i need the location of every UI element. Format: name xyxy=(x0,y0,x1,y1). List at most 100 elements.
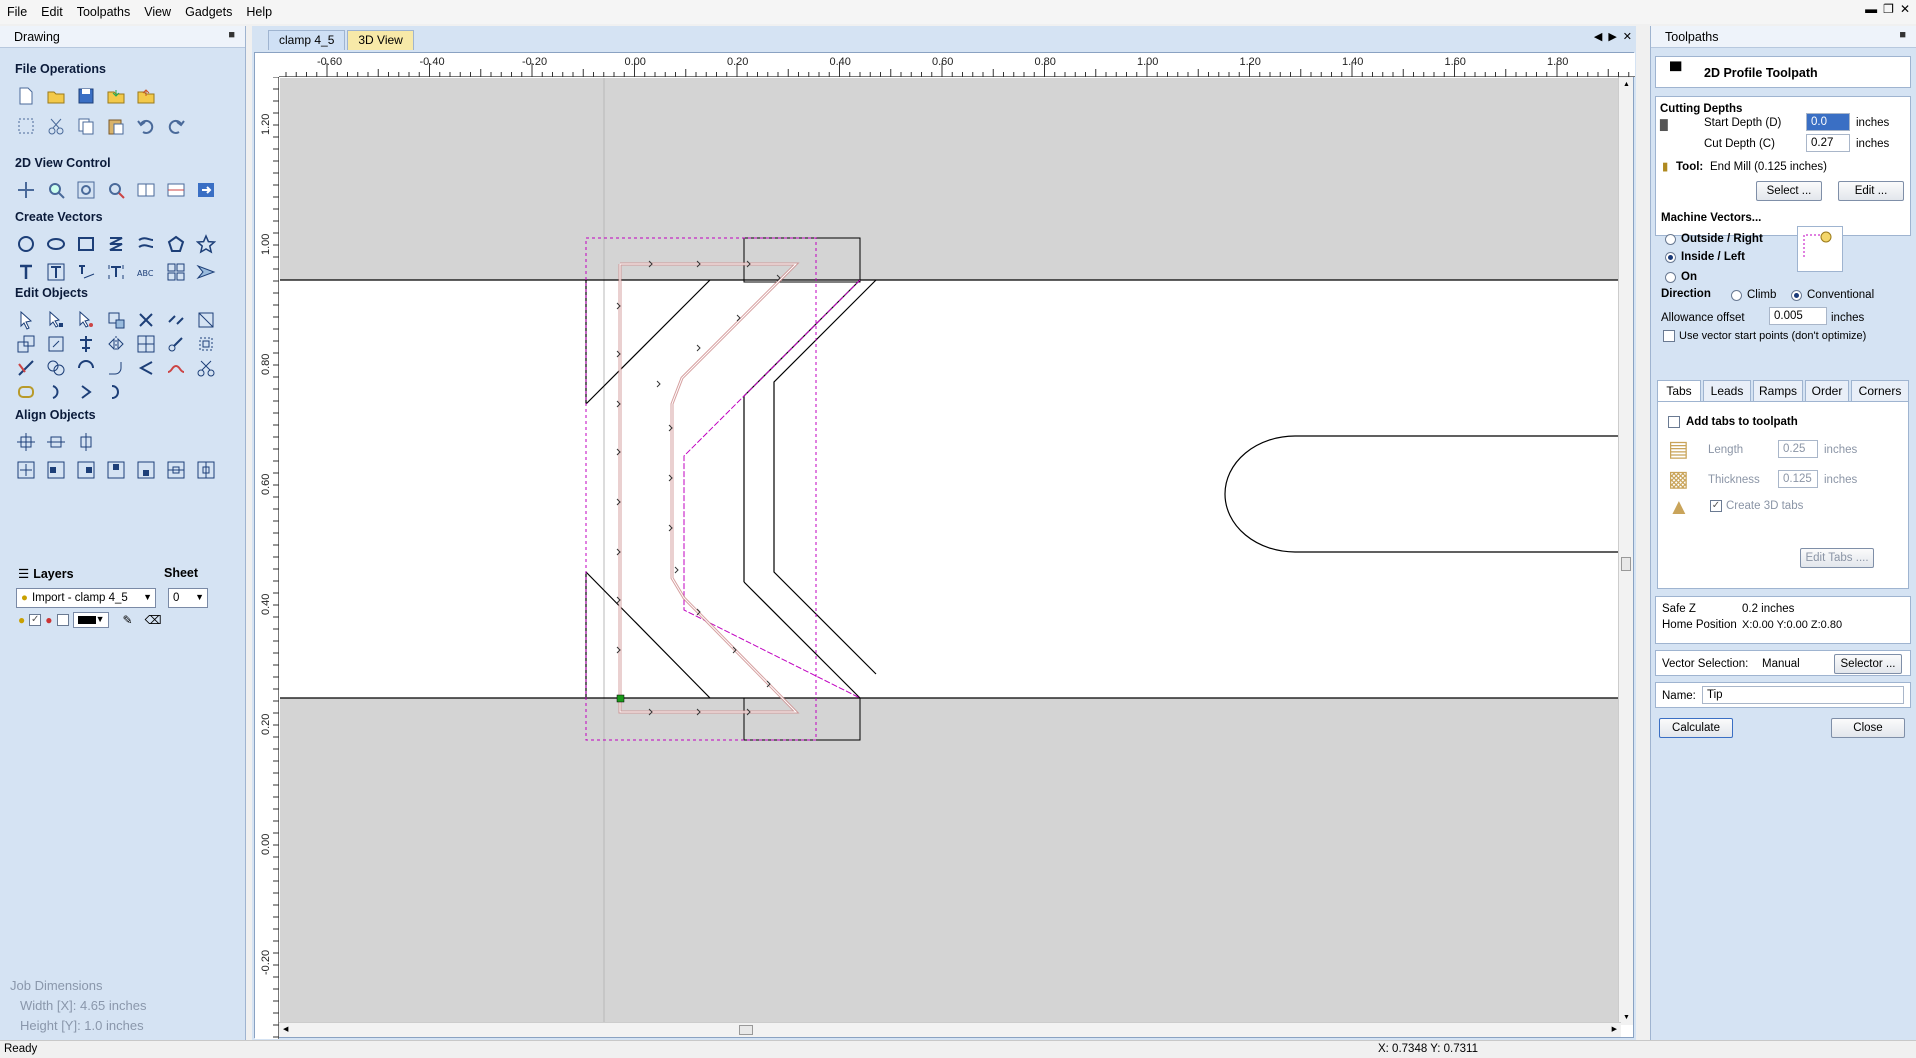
sheet-select[interactable]: 0 ▼ xyxy=(168,588,208,608)
cut-icon[interactable] xyxy=(44,114,68,138)
pin-icon[interactable]: ■ xyxy=(1899,29,1906,41)
polyline-icon[interactable] xyxy=(104,232,128,256)
circle-icon[interactable] xyxy=(14,232,38,256)
resize-icon[interactable] xyxy=(44,332,68,356)
restore-icon[interactable]: ❐ xyxy=(1883,2,1894,16)
zoom-selection-icon[interactable] xyxy=(104,178,128,202)
redo-icon[interactable] xyxy=(164,114,188,138)
start-point-marker[interactable] xyxy=(616,694,625,703)
exit-view-icon[interactable] xyxy=(194,178,218,202)
climb-radio[interactable] xyxy=(1731,290,1742,301)
layer-checkbox[interactable]: ✓ xyxy=(29,614,42,626)
text-arc-icon[interactable] xyxy=(104,260,128,284)
select-icon[interactable] xyxy=(14,308,38,332)
edit-tool-button[interactable]: Edit ... xyxy=(1838,181,1904,201)
layer-select[interactable]: ● Import - clamp 4_5 ▼ xyxy=(16,588,156,608)
horizontal-scroll-thumb[interactable] xyxy=(739,1025,753,1035)
layer-lock-icon[interactable]: ● xyxy=(45,613,52,627)
tab-order[interactable]: Order xyxy=(1805,380,1849,402)
move-icon[interactable] xyxy=(104,308,128,332)
align-center-icon[interactable] xyxy=(74,332,98,356)
tab-ramps[interactable]: Ramps xyxy=(1753,380,1803,402)
chamfer-icon[interactable] xyxy=(134,356,158,380)
extend-icon[interactable] xyxy=(164,356,188,380)
job-setup-icon[interactable] xyxy=(14,114,38,138)
scroll-down-icon[interactable]: ▼ xyxy=(1623,1014,1630,1021)
size-icon[interactable] xyxy=(14,332,38,356)
align-all-icon[interactable] xyxy=(14,430,38,454)
layer-color-select[interactable]: ▼ xyxy=(72,612,109,628)
align-horizontal-icon[interactable] xyxy=(44,430,68,454)
create-3d-tabs-checkbox[interactable]: ✓ xyxy=(1710,500,1722,512)
interactive-transform-icon[interactable] xyxy=(74,308,98,332)
cut-depth-input[interactable] xyxy=(1806,134,1850,152)
center-in-material-icon[interactable] xyxy=(14,458,38,482)
ellipse-icon[interactable] xyxy=(44,232,68,256)
weld-icon[interactable] xyxy=(44,356,68,380)
text-box-icon[interactable] xyxy=(44,260,68,284)
zoom-icon[interactable] xyxy=(44,178,68,202)
pan-icon[interactable] xyxy=(14,178,38,202)
layer-option-checkbox[interactable] xyxy=(56,614,69,626)
horizontal-scrollbar[interactable]: ◀ ▶ xyxy=(279,1022,1621,1037)
name-input[interactable] xyxy=(1702,686,1904,704)
layer-properties-icon[interactable]: ✎ xyxy=(123,613,133,627)
edit-tabs-button[interactable]: Edit Tabs .... xyxy=(1800,548,1874,568)
subtract-icon[interactable] xyxy=(74,356,98,380)
selector-button[interactable]: Selector ... xyxy=(1834,654,1902,674)
copy-icon[interactable] xyxy=(74,114,98,138)
menu-toolpaths[interactable]: Toolpaths xyxy=(70,0,138,24)
outside-right-radio[interactable] xyxy=(1665,234,1676,245)
calculate-button[interactable]: Calculate xyxy=(1659,718,1733,738)
trace-icon[interactable] xyxy=(194,260,218,284)
inside-left-radio[interactable] xyxy=(1665,252,1676,263)
bezier-icon[interactable] xyxy=(74,380,98,404)
menu-edit[interactable]: Edit xyxy=(34,0,70,24)
on-radio[interactable] xyxy=(1665,272,1676,283)
tab-prev-icon[interactable]: ◀ xyxy=(1594,30,1602,43)
smooth-icon[interactable] xyxy=(44,380,68,404)
join-icon[interactable] xyxy=(164,332,188,356)
align-vertical-icon[interactable] xyxy=(74,430,98,454)
arc-icon[interactable] xyxy=(104,380,128,404)
scroll-right-icon[interactable]: ▶ xyxy=(1612,1025,1617,1033)
align-right-icon[interactable] xyxy=(74,458,98,482)
doc-close-icon[interactable]: ✕ xyxy=(1623,30,1632,43)
offset-icon[interactable] xyxy=(194,332,218,356)
rotate-icon[interactable] xyxy=(134,308,158,332)
tab-corners[interactable]: Corners xyxy=(1851,380,1909,402)
drawing-canvas[interactable] xyxy=(280,78,1620,1024)
zoom-all-icon[interactable] xyxy=(74,178,98,202)
tab-length-input[interactable] xyxy=(1778,440,1818,458)
align-top-icon[interactable] xyxy=(104,458,128,482)
align-center-vertical-icon[interactable] xyxy=(194,458,218,482)
close-button[interactable]: Close xyxy=(1831,718,1905,738)
menu-view[interactable]: View xyxy=(137,0,178,24)
start-depth-input[interactable] xyxy=(1806,113,1850,131)
text-on-curve-icon[interactable] xyxy=(74,260,98,284)
import-icon[interactable] xyxy=(104,84,128,108)
2d-view[interactable]: -0.60 -0.40 -0.20 0.00 0.20 0.40 0.60 0.80 1.00 1… xyxy=(254,52,1635,1039)
close-vector-icon[interactable] xyxy=(14,380,38,404)
layer-visible-icon[interactable]: ● xyxy=(18,613,25,627)
add-tabs-checkbox[interactable] xyxy=(1668,416,1680,428)
star-icon[interactable] xyxy=(194,232,218,256)
layout-icon[interactable] xyxy=(164,178,188,202)
mirror-vertical-icon[interactable] xyxy=(104,332,128,356)
scale-icon[interactable] xyxy=(194,308,218,332)
rectangle-icon[interactable] xyxy=(74,232,98,256)
close-icon[interactable]: ✕ xyxy=(1900,2,1910,16)
minimize-icon[interactable]: ▬ xyxy=(1865,2,1877,16)
fillet-icon[interactable] xyxy=(104,356,128,380)
layer-delete-icon[interactable]: ⌫ xyxy=(145,613,162,627)
menu-gadgets[interactable]: Gadgets xyxy=(178,0,239,24)
drawing-svg[interactable] xyxy=(280,78,1620,1024)
new-file-icon[interactable] xyxy=(14,84,38,108)
vertical-scrollbar[interactable]: ▲ ▼ xyxy=(1618,77,1633,1025)
align-center-horizontal-icon[interactable] xyxy=(164,458,188,482)
curve-icon[interactable] xyxy=(134,232,158,256)
vector-start-checkbox[interactable] xyxy=(1663,330,1675,342)
view-toggle-icon[interactable] xyxy=(134,178,158,202)
vertical-scroll-thumb[interactable] xyxy=(1621,557,1631,571)
auto-layout-text-icon[interactable]: ABC xyxy=(134,260,158,284)
